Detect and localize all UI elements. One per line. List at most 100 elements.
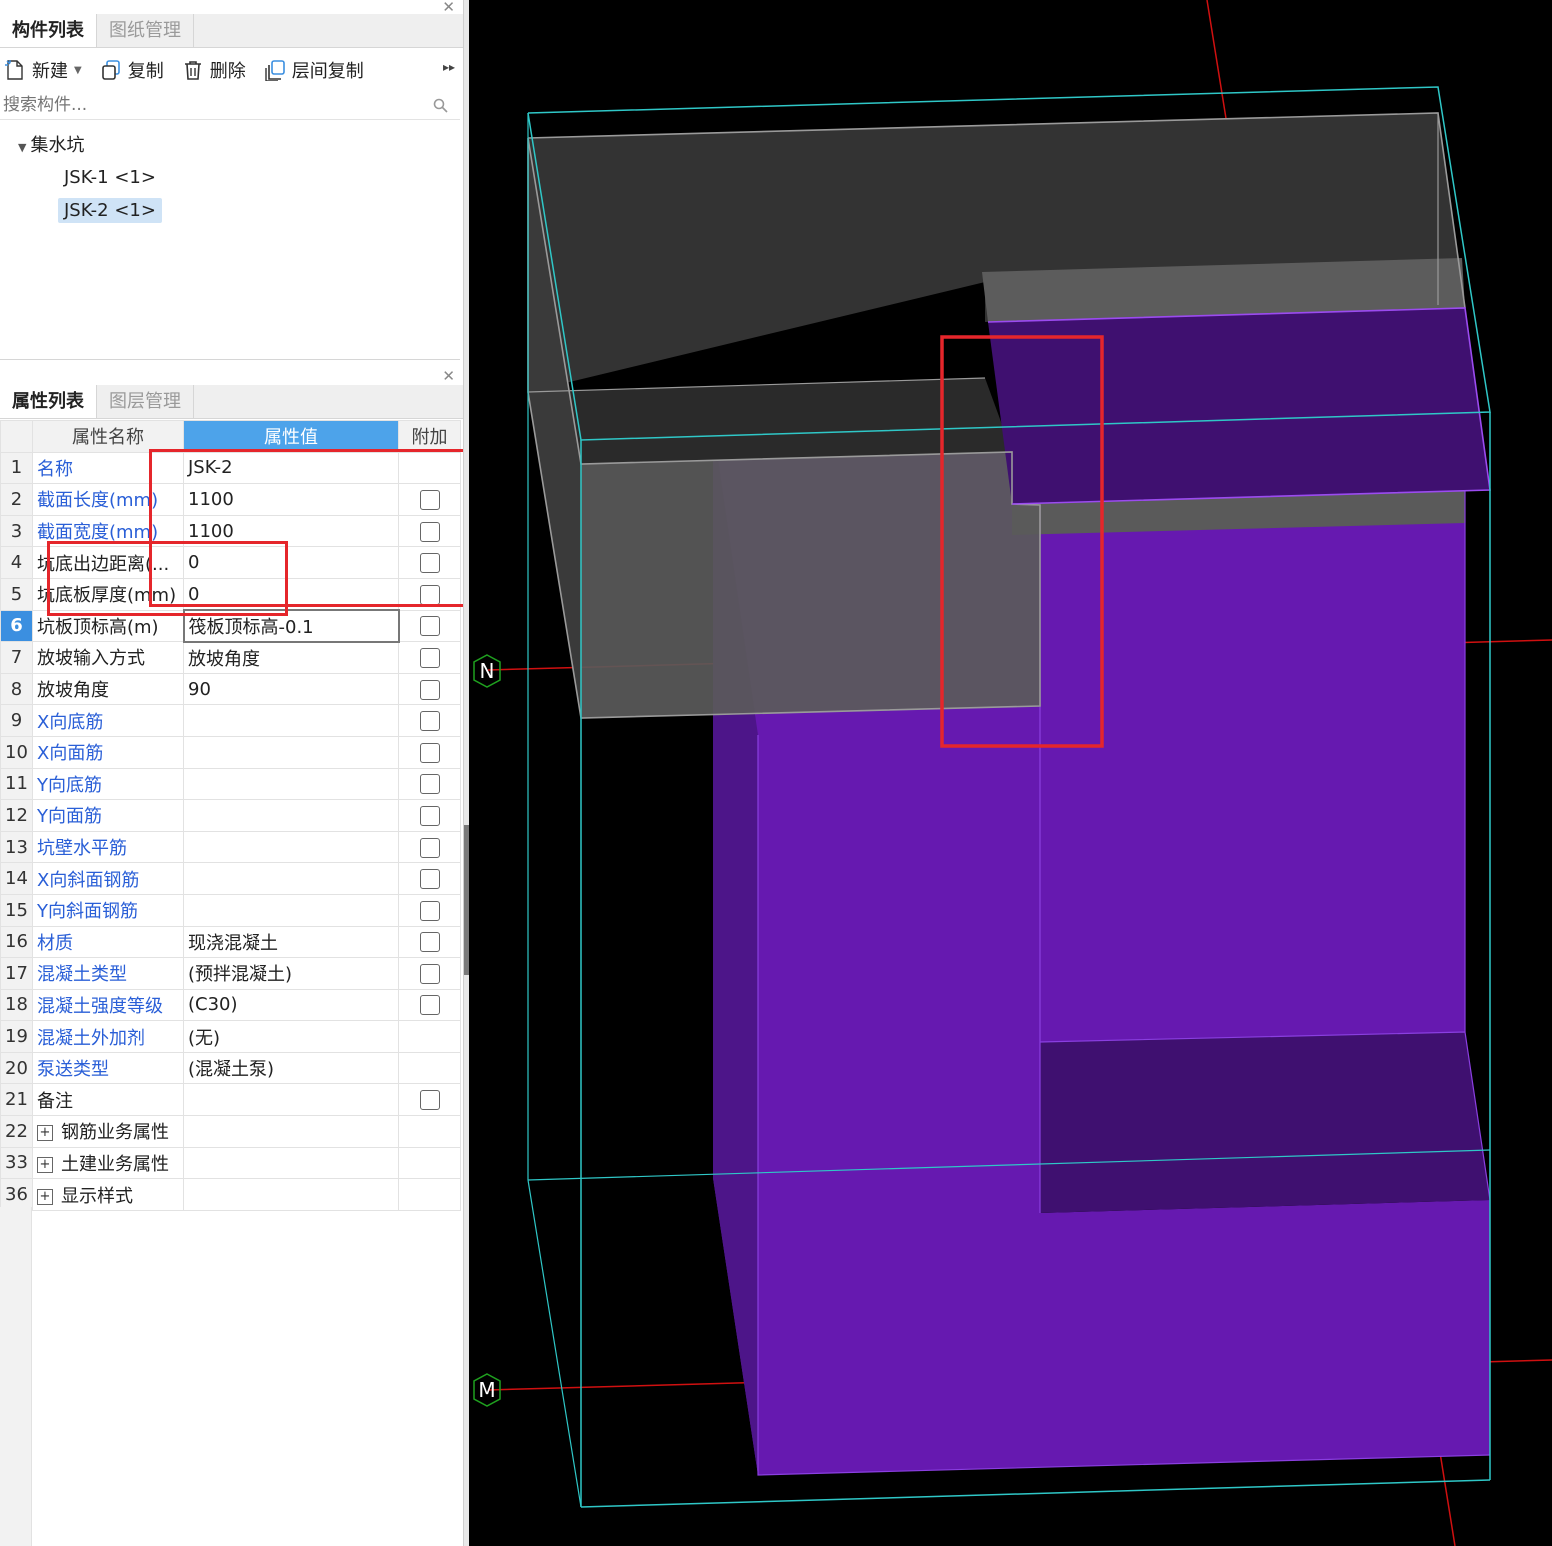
extra-checkbox[interactable] — [419, 489, 440, 510]
property-value[interactable] — [183, 735, 399, 769]
search-input[interactable] — [0, 90, 420, 120]
search-icon[interactable] — [433, 97, 448, 113]
extra-checkbox[interactable] — [419, 742, 440, 763]
table-row[interactable]: 9 X向底筋 — [0, 704, 461, 737]
property-value[interactable]: 0 — [183, 577, 399, 611]
property-value[interactable]: 现浇混凝土 — [183, 925, 399, 959]
extra-checkbox[interactable] — [419, 584, 440, 605]
expand-plus-icon[interactable]: + — [37, 1188, 53, 1205]
3d-scene[interactable] — [469, 0, 1552, 1546]
extra-checkbox[interactable] — [419, 616, 440, 637]
expand-arrow-icon[interactable]: ▼ — [18, 141, 26, 154]
property-value[interactable] — [183, 1083, 399, 1117]
column-header-value[interactable]: 属性值 — [183, 420, 399, 453]
table-row[interactable]: 36 + 显示样式 — [0, 1178, 461, 1211]
tab-drawing-management[interactable]: 图纸管理 — [97, 14, 194, 47]
property-value[interactable] — [183, 862, 399, 895]
table-row[interactable]: 12 Y向面筋 — [0, 799, 461, 832]
table-row[interactable]: 14 X向斜面钢筋 — [0, 862, 461, 895]
property-value[interactable] — [183, 1178, 399, 1211]
extra-checkbox[interactable] — [419, 869, 440, 890]
table-row[interactable]: 20 泵送类型 (混凝土泵) — [0, 1051, 461, 1085]
table-row[interactable]: 3 截面宽度(mm) 1100 — [0, 514, 461, 548]
property-value[interactable] — [183, 1146, 399, 1180]
property-name: 名称 — [32, 451, 184, 485]
column-header-name[interactable]: 属性名称 — [32, 420, 184, 453]
table-row[interactable]: 17 混凝土类型 (预拌混凝土) — [0, 957, 461, 990]
extra-checkbox[interactable] — [419, 995, 440, 1016]
delete-button[interactable]: 删除 — [182, 57, 246, 83]
property-value[interactable]: (预拌混凝土) — [183, 957, 399, 990]
raft-front-face[interactable] — [581, 452, 1040, 718]
table-row[interactable]: 18 混凝土强度等级 (C30) — [0, 988, 461, 1022]
table-row[interactable]: 8 放坡角度 90 — [0, 672, 461, 706]
property-value[interactable]: (混凝土泵) — [183, 1051, 399, 1085]
close-icon[interactable]: ✕ — [442, 0, 455, 15]
chevron-down-icon[interactable]: ▼ — [74, 65, 82, 76]
extra-cell — [398, 483, 461, 516]
expand-plus-icon[interactable]: + — [37, 1125, 53, 1142]
property-value[interactable]: 筏板顶标高-0.1 — [182, 609, 400, 643]
table-row[interactable]: 5 坑底板厚度(mm) 0 — [0, 577, 461, 611]
tree-item-jsk-1[interactable]: JSK-1 <1> — [64, 167, 156, 188]
table-row[interactable]: 15 Y向斜面钢筋 — [0, 893, 461, 927]
table-row[interactable]: 19 混凝土外加剂 (无) — [0, 1020, 461, 1053]
property-value[interactable] — [183, 704, 399, 737]
new-button[interactable]: 新建 ▼ — [4, 57, 82, 83]
extra-checkbox[interactable] — [419, 774, 440, 795]
property-value[interactable] — [183, 830, 399, 864]
table-row[interactable]: 4 坑底出边距离(... 0 — [0, 546, 461, 579]
property-value[interactable]: (无) — [183, 1020, 399, 1053]
property-value[interactable] — [183, 893, 399, 927]
extra-checkbox[interactable] — [419, 805, 440, 826]
close-icon[interactable]: ✕ — [442, 369, 455, 384]
layer-copy-button[interactable]: 层间复制 — [264, 57, 364, 83]
table-row[interactable]: 11 Y向底筋 — [0, 767, 461, 801]
property-name: 坑板顶标高(m) — [32, 609, 184, 643]
delete-button-label: 删除 — [209, 61, 246, 82]
table-row[interactable]: 33 + 土建业务属性 — [0, 1146, 461, 1180]
extra-checkbox[interactable] — [419, 711, 440, 732]
copy-button[interactable]: 复制 — [100, 57, 164, 83]
tab-property-list[interactable]: 属性列表 — [0, 385, 97, 418]
extra-checkbox[interactable] — [419, 963, 440, 984]
extra-checkbox[interactable] — [419, 679, 440, 700]
table-row[interactable]: 22 + 钢筋业务属性 — [0, 1115, 461, 1148]
table-row[interactable]: 10 X向面筋 — [0, 735, 461, 769]
row-number: 1 — [0, 451, 33, 485]
table-row[interactable]: 7 放坡输入方式 放坡角度 — [0, 641, 461, 674]
3d-viewport[interactable]: N M — [469, 0, 1552, 1546]
tab-component-list[interactable]: 构件列表 — [0, 14, 97, 47]
property-value[interactable] — [183, 799, 399, 832]
tree-item-jsk-2[interactable]: JSK-2 <1> — [58, 198, 162, 223]
property-value[interactable]: (C30) — [183, 988, 399, 1022]
property-value[interactable] — [183, 767, 399, 801]
property-value[interactable]: 0 — [183, 546, 399, 579]
extra-checkbox[interactable] — [419, 647, 440, 668]
expand-plus-icon[interactable]: + — [37, 1156, 53, 1173]
extra-checkbox[interactable] — [419, 1090, 440, 1111]
tree-category[interactable]: ▼ 集水坑 — [18, 131, 84, 157]
table-row[interactable]: 21 备注 — [0, 1083, 461, 1117]
extra-checkbox[interactable] — [419, 553, 440, 574]
property-value[interactable]: 90 — [183, 672, 399, 706]
table-row[interactable]: 13 坑壁水平筋 — [0, 830, 461, 864]
extra-checkbox[interactable] — [419, 900, 440, 921]
property-value[interactable]: JSK-2 — [183, 451, 399, 485]
property-value[interactable]: 放坡角度 — [183, 641, 399, 674]
table-row[interactable]: 2 截面长度(mm) 1100 — [0, 483, 461, 516]
property-value[interactable]: 1100 — [183, 483, 399, 516]
extra-cell — [398, 546, 461, 579]
table-row[interactable]: 1 名称 JSK-2 — [0, 451, 461, 485]
more-icon[interactable]: ▸▸ — [443, 60, 455, 74]
property-value[interactable]: 1100 — [183, 514, 399, 548]
tab-layer-management[interactable]: 图层管理 — [97, 385, 194, 418]
extra-checkbox[interactable] — [419, 932, 440, 953]
extra-checkbox[interactable] — [419, 521, 440, 542]
table-header-row: 属性名称 属性值 附加 — [0, 420, 461, 453]
property-value[interactable] — [183, 1115, 399, 1148]
column-header-extra[interactable]: 附加 — [398, 420, 461, 453]
table-row[interactable]: 16 材质 现浇混凝土 — [0, 925, 461, 959]
table-row[interactable]: 6 坑板顶标高(m) 筏板顶标高-0.1 — [0, 609, 461, 643]
extra-checkbox[interactable] — [419, 837, 440, 858]
